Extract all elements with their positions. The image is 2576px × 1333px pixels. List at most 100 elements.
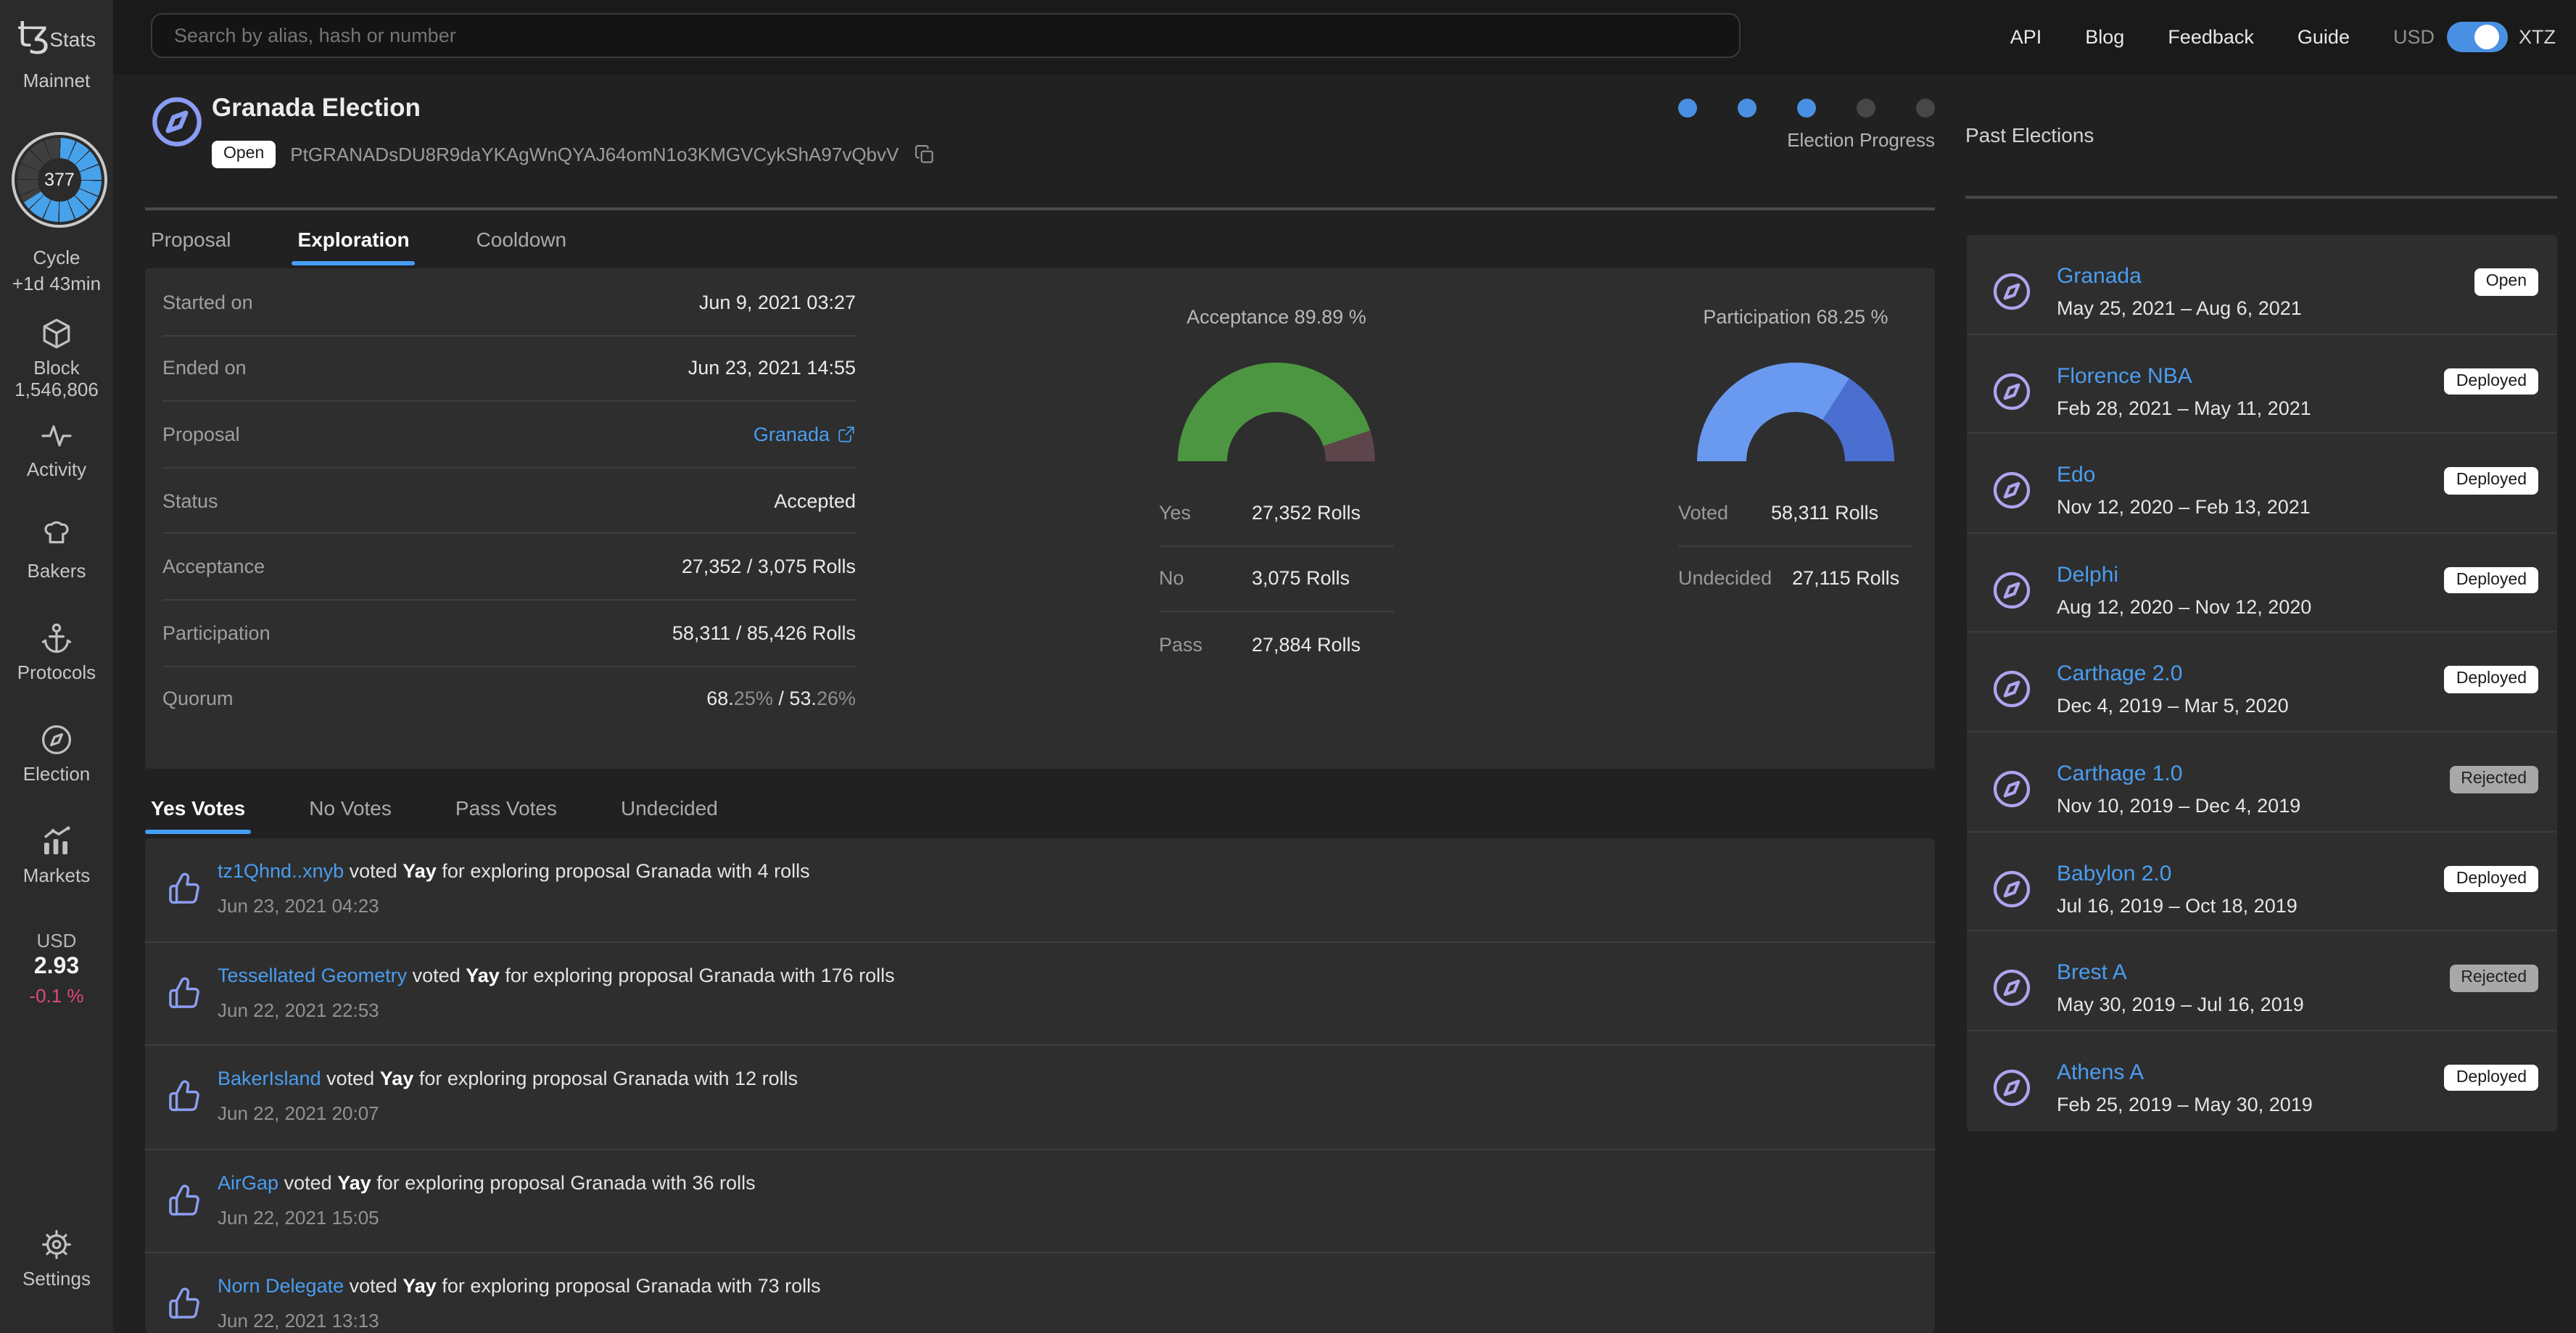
- past-election-name[interactable]: Babylon 2.0: [2057, 861, 2171, 886]
- cycle-eta: +1d 43min: [12, 273, 102, 294]
- details-value: 58,311 / 85,426 Rolls: [672, 622, 856, 644]
- legend-label: Yes: [1159, 501, 1192, 524]
- sidebar-item-settings[interactable]: Settings: [0, 1227, 113, 1289]
- past-election-dates: Feb 25, 2019 – May 30, 2019: [2057, 1093, 2313, 1115]
- votes-tab-undecided[interactable]: Undecided: [615, 796, 724, 834]
- vote-action: Yay: [402, 860, 437, 882]
- topbar-link-feedback[interactable]: Feedback: [2168, 26, 2254, 48]
- past-election-row[interactable]: Delphi Aug 12, 2020 – Nov 12, 2020 Deploye…: [1967, 534, 2557, 633]
- past-election-badge: Deployed: [2444, 368, 2538, 395]
- compass-icon: [1990, 966, 2034, 1010]
- sidebar-item-activity[interactable]: Activity: [0, 418, 113, 480]
- past-election-row[interactable]: Edo Nov 12, 2020 – Feb 13, 2021 Deployed: [1967, 434, 2557, 534]
- currency-toggle-group: USD XTZ: [2393, 22, 2556, 52]
- sidebar-item-bakers[interactable]: Bakers: [0, 519, 113, 582]
- search-input[interactable]: [151, 13, 1741, 58]
- markets-icon: [0, 824, 113, 859]
- past-election-name[interactable]: Florence NBA: [2057, 363, 2192, 388]
- past-election-row[interactable]: Florence NBA Feb 28, 2021 – May 11, 2021 D…: [1967, 334, 2557, 434]
- topbar-link-guide[interactable]: Guide: [2298, 26, 2350, 48]
- proposal-link[interactable]: Granada: [754, 424, 830, 445]
- past-election-name[interactable]: Brest A: [2057, 960, 2127, 985]
- bakers-icon: [0, 519, 113, 554]
- details-row: Ended on Jun 23, 2021 14:55: [162, 336, 856, 403]
- vote-row: tz1Qhnd..xnyb voted Yay for exploring pr…: [145, 838, 1935, 943]
- past-election-row[interactable]: Carthage 1.0 Nov 10, 2019 – Dec 4, 2019 Re…: [1967, 732, 2557, 833]
- legend-row: Yes 27,352 Rolls: [1159, 480, 1394, 547]
- details-label: Quorum: [162, 688, 234, 710]
- past-election-row[interactable]: Granada May 25, 2021 – Aug 6, 2021 Open: [1967, 235, 2557, 335]
- vote-row: BakerIsland voted Yay for exploring prop…: [145, 1046, 1935, 1150]
- gauge-title: Participation 68.25 %: [1703, 306, 1888, 328]
- past-election-row[interactable]: Carthage 2.0 Dec 4, 2019 – Mar 5, 2020 Dep…: [1967, 633, 2557, 732]
- progress-dots: [1678, 99, 1935, 117]
- cycle-gauge[interactable]: 377: [12, 132, 107, 228]
- gauge-chart: [1697, 363, 1894, 461]
- election-compass-icon: [148, 93, 206, 151]
- votes-tab-no-votes[interactable]: No Votes: [303, 796, 397, 834]
- topbar-link-api[interactable]: API: [2010, 26, 2042, 48]
- details-value: 68.25% / 53.26%: [706, 688, 856, 710]
- election-icon: [0, 722, 113, 757]
- sidebar-item-election[interactable]: Election: [0, 722, 113, 785]
- sidebar-item-block[interactable]: Block 1,546,806: [0, 316, 113, 400]
- vote-row: Norn Delegate voted Yay for exploring pr…: [145, 1254, 1935, 1333]
- votes-tab-yes-votes[interactable]: Yes Votes: [145, 796, 252, 834]
- vote-verb: voted: [284, 1171, 332, 1194]
- legend-row: Undecided 27,115 Rolls: [1678, 546, 1913, 611]
- past-election-name[interactable]: Athens A: [2057, 1060, 2144, 1085]
- past-election-row[interactable]: Babylon 2.0 Jul 16, 2019 – Oct 18, 2019 De…: [1967, 832, 2557, 932]
- compass-icon: [1990, 668, 2034, 711]
- tab-proposal[interactable]: Proposal: [145, 228, 237, 265]
- vote-date: Jun 22, 2021 13:13: [218, 1310, 379, 1332]
- tab-cooldown[interactable]: Cooldown: [471, 228, 573, 265]
- past-election-row[interactable]: Athens A Feb 25, 2019 – May 30, 2019 Deplo…: [1967, 1031, 2557, 1131]
- currency-toggle[interactable]: [2446, 22, 2507, 52]
- page-title: Granada Election: [212, 93, 421, 122]
- past-election-name[interactable]: Edo: [2057, 463, 2095, 487]
- header-subline: Open PtGRANADsDU8R9daYKAgWnQYAJ64omN1o3K…: [212, 141, 935, 168]
- voter-link[interactable]: tz1Qhnd..xnyb: [218, 860, 344, 882]
- past-election-name[interactable]: Delphi: [2057, 563, 2118, 587]
- votes-tab-pass-votes[interactable]: Pass Votes: [450, 796, 563, 834]
- voter-link[interactable]: BakerIsland: [218, 1068, 321, 1089]
- compass-icon: [1990, 469, 2034, 512]
- brand-name: Stats: [49, 28, 96, 51]
- compass-icon: [1990, 569, 2034, 612]
- voter-link[interactable]: AirGap: [218, 1172, 278, 1194]
- sidebar-item-label: Protocols: [17, 661, 96, 683]
- proposal-hash: PtGRANADsDU8R9daYKAgWnQYAJ64omN1o3KMGVCy…: [290, 143, 899, 165]
- compass-icon: [1990, 767, 2034, 811]
- thumb-up-icon: [165, 973, 203, 1015]
- vote-action: Yay: [466, 964, 500, 986]
- price-change: -0.1 %: [29, 985, 84, 1007]
- past-election-badge: Rejected: [2449, 765, 2538, 793]
- past-election-name[interactable]: Carthage 1.0: [2057, 762, 2182, 786]
- voter-link[interactable]: Norn Delegate: [218, 1276, 344, 1297]
- details-row: Participation 58,311 / 85,426 Rolls: [162, 601, 856, 667]
- election-progress: Election Progress: [1678, 99, 1935, 151]
- copy-icon[interactable]: [913, 144, 935, 165]
- details-label: Status: [162, 490, 218, 512]
- past-election-badge: Rejected: [2449, 965, 2538, 992]
- past-election-name[interactable]: Granada: [2057, 264, 2142, 289]
- tab-exploration[interactable]: Exploration: [292, 228, 416, 265]
- past-election-badge: Deployed: [2444, 865, 2538, 893]
- sidebar-item-markets[interactable]: Markets: [0, 824, 113, 886]
- currency-usd-label: USD: [2393, 26, 2435, 48]
- legend-label: No: [1159, 567, 1184, 590]
- brand-logo[interactable]: tʒ Stats: [0, 13, 113, 55]
- sidebar-item-label: Bakers: [27, 560, 86, 582]
- exploration-details-card: Started on Jun 9, 2021 03:27 Ended on Jun 2…: [145, 268, 1935, 769]
- topbar-link-blog[interactable]: Blog: [2085, 26, 2124, 48]
- sidebar-item-label: Settings: [22, 1268, 91, 1289]
- sidebar-item-protocols[interactable]: Protocols: [0, 621, 113, 683]
- details-label: Started on: [162, 291, 253, 313]
- price-widget[interactable]: USD 2.93 -0.1 %: [0, 930, 113, 1007]
- past-election-dates: May 25, 2021 – Aug 6, 2021: [2057, 297, 2302, 319]
- past-elections-divider: [1965, 196, 2557, 199]
- past-election-name[interactable]: Carthage 2.0: [2057, 662, 2182, 687]
- vote-verb: voted: [412, 964, 461, 986]
- voter-link[interactable]: Tessellated Geometry: [218, 964, 407, 986]
- past-election-row[interactable]: Brest A May 30, 2019 – Jul 16, 2019 Reject…: [1967, 931, 2557, 1031]
